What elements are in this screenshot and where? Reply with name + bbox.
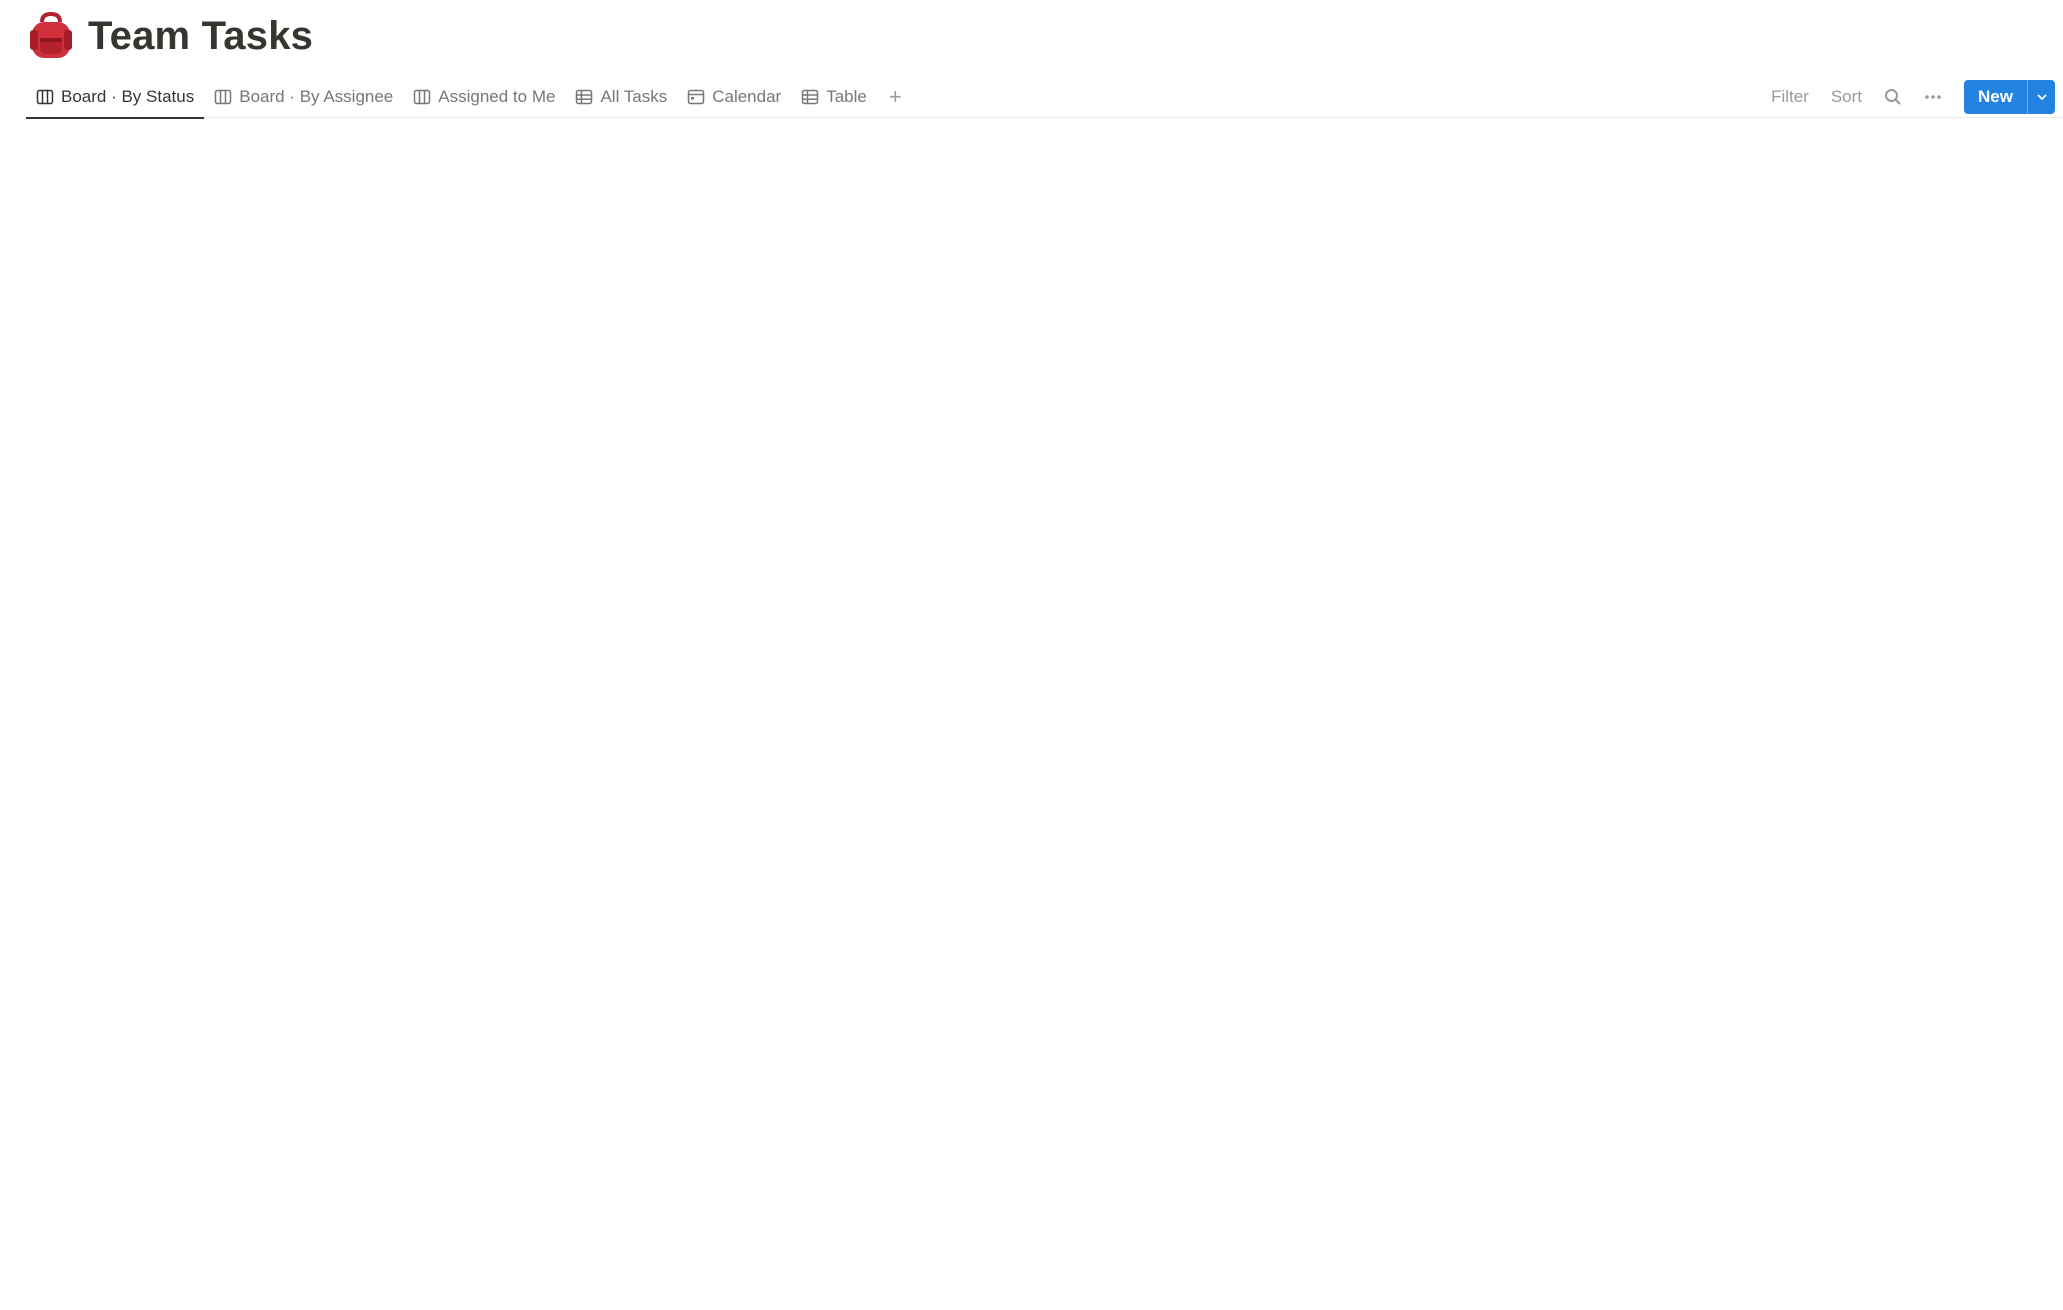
tab-label: Calendar	[712, 87, 782, 106]
tab-label: Table	[826, 87, 867, 106]
tab-label: Assigned to Me	[438, 87, 556, 106]
new-button-group: New	[1964, 80, 2055, 114]
tab-assigned-to-me[interactable]: Assigned to Me	[403, 76, 565, 118]
tab-calendar[interactable]: Calendar	[677, 76, 791, 118]
toolbar: Filter Sort New	[1763, 76, 2055, 118]
page-title: Team Tasks	[88, 13, 314, 58]
tab-board-by-assignee[interactable]: Board · By Assignee	[204, 76, 403, 118]
search-icon[interactable]	[1876, 80, 1910, 114]
tab-label: All Tasks	[600, 87, 668, 106]
backpack-icon	[30, 12, 72, 58]
tab-all-tasks[interactable]: All Tasks	[565, 76, 677, 118]
view-bar: Board · By Status Board · By Assignee Assi…	[26, 76, 2063, 119]
board-icon	[214, 88, 232, 106]
table-icon	[575, 88, 593, 106]
add-view-button[interactable]: +	[877, 76, 914, 118]
tab-table[interactable]: Table	[791, 76, 877, 118]
new-button[interactable]: New	[1964, 80, 2027, 114]
table-icon	[801, 88, 819, 106]
filter-button[interactable]: Filter	[1763, 83, 1817, 111]
board-icon	[413, 88, 431, 106]
more-icon[interactable]	[1916, 80, 1950, 114]
view-tabs: Board · By Status Board · By Assignee Assi…	[26, 76, 914, 119]
sort-button[interactable]: Sort	[1823, 83, 1870, 111]
chevron-down-icon[interactable]	[2027, 80, 2055, 114]
calendar-icon	[687, 88, 705, 106]
board-icon	[36, 88, 54, 106]
tab-label: Board · By Assignee	[239, 87, 394, 106]
page-header: Team Tasks	[28, 8, 313, 64]
tab-board-by-status[interactable]: Board · By Status	[26, 76, 205, 119]
tab-label: Board · By Status	[61, 87, 195, 106]
